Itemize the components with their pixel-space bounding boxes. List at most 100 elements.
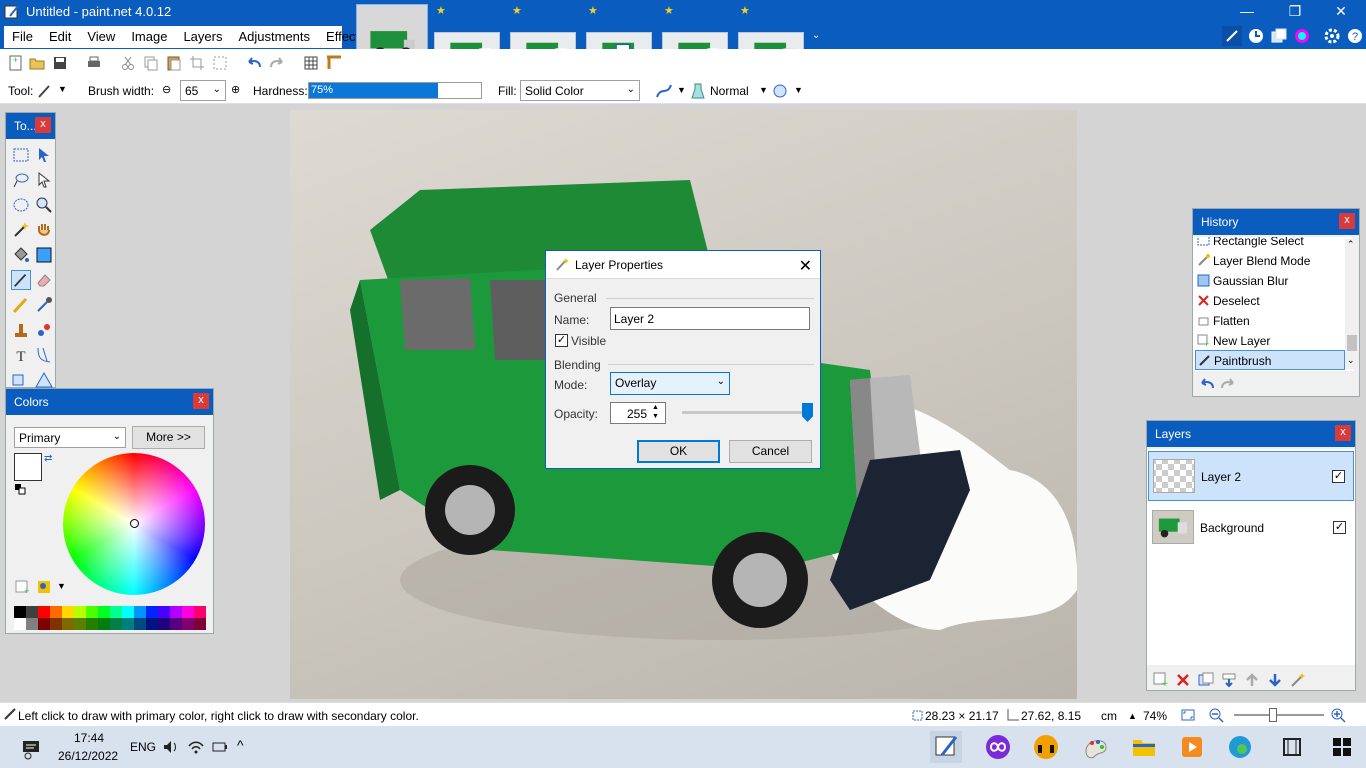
move-selected-tool-icon[interactable] — [34, 145, 54, 165]
clone-stamp-tool-icon[interactable] — [11, 320, 31, 340]
palette-swatch[interactable] — [98, 606, 110, 618]
palette-swatch[interactable] — [74, 618, 86, 630]
visible-checkbox[interactable]: ✓ — [555, 334, 568, 347]
tabs-overflow-icon[interactable]: ⌄ — [812, 30, 820, 41]
crop-icon[interactable] — [188, 54, 206, 72]
tools-window-icon[interactable] — [1222, 26, 1242, 46]
close-icon[interactable]: ✕ — [799, 256, 812, 276]
palette-swatch[interactable] — [74, 606, 86, 618]
close-icon[interactable]: x — [35, 117, 51, 133]
paintbrush-tool-icon[interactable] — [36, 82, 54, 100]
palette-swatch[interactable] — [50, 618, 62, 630]
taskbar-date[interactable]: 26/12/2022 — [58, 749, 118, 763]
palette-swatch[interactable] — [86, 618, 98, 630]
history-redo-icon[interactable] — [1220, 376, 1236, 392]
zoom-to-window-icon[interactable] — [1180, 707, 1196, 723]
app-taskbar-icon-grid[interactable] — [1276, 731, 1308, 763]
cut-icon[interactable] — [119, 54, 137, 72]
palette-swatch[interactable] — [62, 606, 74, 618]
gradient-tool-icon[interactable] — [34, 245, 54, 265]
selection-mode-icon[interactable] — [772, 83, 788, 99]
eraser-tool-icon[interactable] — [34, 270, 54, 290]
redo-icon[interactable] — [268, 54, 286, 72]
close-icon[interactable]: x — [1339, 213, 1355, 229]
palette-swatch[interactable] — [14, 618, 26, 630]
rulers-icon[interactable] — [325, 54, 343, 72]
history-item[interactable]: + New Layer — [1195, 331, 1345, 351]
add-layer-icon[interactable]: + — [1153, 672, 1169, 688]
restore-button[interactable]: ❐ — [1272, 0, 1318, 24]
history-item[interactable]: Deselect — [1195, 291, 1345, 311]
palette-swatch[interactable] — [98, 618, 110, 630]
decrease-width-icon[interactable]: ⊖ — [162, 83, 171, 96]
settings-icon[interactable] — [1322, 26, 1342, 46]
paintbrush-tool-selected-icon[interactable] — [11, 270, 31, 290]
palette-swatch[interactable] — [146, 618, 158, 630]
palette-swatch[interactable] — [110, 618, 122, 630]
layer-properties-button-icon[interactable] — [1290, 672, 1306, 688]
merge-layer-down-icon[interactable] — [1221, 672, 1237, 688]
input-language[interactable]: ENG — [130, 740, 156, 754]
opacity-slider-thumb[interactable] — [802, 403, 813, 422]
history-item[interactable]: Gaussian Blur — [1195, 271, 1345, 291]
wifi-icon[interactable] — [187, 738, 205, 756]
palette-swatch[interactable] — [158, 606, 170, 618]
app-taskbar-icon-infinity[interactable] — [982, 731, 1014, 763]
scroll-up-icon[interactable]: ⌃ — [1347, 239, 1355, 250]
move-selection-tool-icon[interactable] — [34, 170, 54, 190]
open-file-icon[interactable] — [28, 54, 46, 72]
delete-layer-icon[interactable] — [1175, 672, 1191, 688]
opacity-slider-track[interactable] — [682, 403, 813, 422]
palette-swatch[interactable] — [62, 618, 74, 630]
fill-dropdown[interactable]: Solid Color ⌄ — [520, 80, 640, 101]
primary-color-swatch[interactable] — [14, 453, 42, 481]
increase-width-icon[interactable]: ⊕ — [231, 83, 240, 96]
paint-bucket-tool-icon[interactable] — [11, 245, 31, 265]
palette-swatch[interactable] — [122, 606, 134, 618]
zoom-tool-icon[interactable] — [34, 195, 54, 215]
history-scrollbar[interactable]: ⌃ ⌄ — [1345, 239, 1359, 369]
zoom-in-icon[interactable] — [1330, 707, 1346, 723]
palette-swatch[interactable] — [26, 618, 38, 630]
text-tool-icon[interactable]: T — [11, 345, 31, 365]
swap-colors-icon[interactable]: ⇄ — [44, 453, 52, 464]
palette-swatch[interactable] — [134, 606, 146, 618]
opacity-spin-icon[interactable]: ▲ ▼ — [652, 403, 659, 421]
color-picker-tool-icon[interactable] — [34, 295, 54, 315]
history-item-selected[interactable]: Paintbrush — [1195, 350, 1345, 370]
pencil-tool-icon[interactable] — [11, 295, 31, 315]
close-icon[interactable]: x — [1335, 425, 1351, 441]
move-layer-down-icon[interactable] — [1267, 672, 1283, 688]
duplicate-layer-icon[interactable] — [1198, 672, 1214, 688]
close-icon[interactable]: x — [193, 393, 209, 409]
palette-swatch[interactable] — [146, 606, 158, 618]
undo-icon[interactable] — [245, 54, 263, 72]
show-hidden-icons-icon[interactable]: ^ — [237, 737, 244, 753]
zoom-level[interactable]: 74% — [1143, 709, 1167, 723]
menu-layers[interactable]: Layers — [175, 26, 230, 48]
palette-swatch[interactable] — [182, 618, 194, 630]
palette-swatch[interactable] — [14, 606, 26, 618]
shapes-tool-icon[interactable] — [11, 369, 31, 389]
cancel-button[interactable]: Cancel — [729, 440, 812, 463]
palette-swatch[interactable] — [158, 618, 170, 630]
add-color-icon[interactable]: + — [14, 579, 30, 595]
layer-row[interactable]: Background ✓ — [1148, 503, 1354, 553]
tool-dropdown-chevron-icon[interactable]: ▼ — [58, 84, 67, 94]
layers-window-icon[interactable] — [1269, 26, 1289, 46]
windows-start-icon[interactable] — [1326, 731, 1358, 763]
grid-icon[interactable] — [302, 54, 320, 72]
print-icon[interactable] — [85, 54, 103, 72]
layer-visible-checkbox[interactable]: ✓ — [1332, 470, 1345, 483]
file-explorer-taskbar-icon[interactable] — [1128, 731, 1160, 763]
paintnet-taskbar-icon[interactable] — [930, 731, 962, 763]
history-undo-icon[interactable] — [1199, 376, 1215, 392]
notification-icon[interactable] — [20, 738, 42, 760]
rectangle-select-tool-icon[interactable] — [11, 145, 31, 165]
palette-swatch[interactable] — [26, 606, 38, 618]
close-window-button[interactable]: ✕ — [1318, 0, 1364, 24]
palette-swatch[interactable] — [50, 606, 62, 618]
palette-swatch[interactable] — [170, 606, 182, 618]
scroll-down-icon[interactable]: ⌄ — [1347, 355, 1355, 366]
palette-swatch[interactable] — [182, 606, 194, 618]
